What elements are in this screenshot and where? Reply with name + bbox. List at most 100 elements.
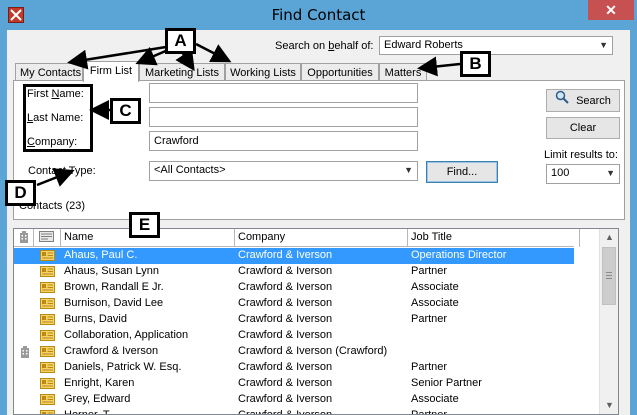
search-button[interactable]: Search	[546, 89, 620, 112]
card-icon	[39, 231, 54, 242]
scroll-down-icon[interactable]: ▼	[600, 397, 618, 414]
callout-e: E	[129, 212, 160, 238]
cell-company: Crawford & Iverson	[238, 265, 333, 277]
behalf-label: Search on behalf of:	[275, 40, 374, 52]
limit-value: 100	[551, 167, 570, 179]
cell-company: Crawford & Iverson	[238, 361, 333, 373]
search-button-label: Search	[576, 94, 611, 107]
vertical-scrollbar[interactable]: ▲ ▼	[599, 229, 618, 414]
first-name-input[interactable]	[149, 83, 418, 103]
cell-company: Crawford & Iverson	[238, 329, 333, 341]
window-title: Find Contact	[271, 6, 366, 24]
cell-name: Ahaus, Paul C.	[64, 249, 138, 261]
table-row[interactable]: Ahaus, Susan Lynn Crawford & Iverson Partn…	[14, 264, 574, 280]
cell-title: Associate	[411, 393, 459, 405]
chevron-down-icon: ▼	[404, 165, 413, 175]
contact-card-icon	[40, 330, 55, 341]
contact-type-label: Contact Type:	[28, 165, 96, 177]
callout-b: B	[460, 51, 491, 77]
building-icon	[21, 346, 29, 358]
cell-title: Operations Director	[411, 249, 507, 261]
callout-a: A	[165, 28, 196, 54]
cell-name: Collaboration, Application	[64, 329, 189, 341]
cell-name: Daniels, Patrick W. Esq.	[64, 361, 182, 373]
dialog-body: Search on behalf of: Edward Roberts ▼ My…	[7, 30, 630, 415]
find-button[interactable]: Find...	[426, 161, 498, 183]
contact-card-icon	[40, 282, 55, 293]
contact-card-icon	[40, 410, 55, 414]
tab-matters[interactable]: Matters	[379, 63, 427, 81]
limit-select[interactable]: 100 ▼	[546, 164, 620, 184]
tab-my-contacts[interactable]: My Contacts	[15, 63, 83, 81]
contact-type-select[interactable]: <All Contacts> ▼	[149, 161, 418, 181]
table-row[interactable]: Brown, Randall E Jr. Crawford & Iverson As…	[14, 280, 574, 296]
cell-title: Partner	[411, 313, 448, 325]
close-button[interactable]: ✕	[588, 0, 634, 20]
cell-company: Crawford & Iverson	[238, 281, 333, 293]
chevron-down-icon: ▼	[606, 168, 615, 178]
chevron-down-icon: ▼	[599, 40, 608, 50]
tab-firm-list[interactable]: Firm List	[83, 61, 139, 82]
contact-card-icon	[40, 250, 55, 261]
contact-type-value: <All Contacts>	[154, 164, 226, 176]
cell-company: Crawford & Iverson (Crawford)	[238, 345, 388, 357]
tab-working-lists[interactable]: Working Lists	[225, 63, 301, 81]
tab-opportunities[interactable]: Opportunities	[301, 63, 379, 81]
contact-card-icon	[40, 314, 55, 325]
table-row[interactable]: Burnison, David Lee Crawford & Iverson Ass…	[14, 296, 574, 312]
behalf-select[interactable]: Edward Roberts ▼	[379, 36, 613, 55]
contact-card-icon	[40, 378, 55, 389]
column-header-job-title[interactable]: Job Title	[408, 229, 580, 247]
cell-name: Ahaus, Susan Lynn	[64, 265, 159, 277]
cell-company: Crawford & Iverson	[238, 393, 333, 405]
cell-name: Crawford & Iverson	[64, 345, 159, 357]
clear-button[interactable]: Clear	[546, 117, 620, 139]
company-input[interactable]: Crawford	[149, 131, 418, 151]
contact-card-icon	[40, 298, 55, 309]
table-row[interactable]: Enright, Karen Crawford & Iverson Senior P…	[14, 376, 574, 392]
highlight-box-labels	[23, 84, 93, 152]
cell-title: Partner	[411, 409, 448, 415]
callout-c: C	[110, 98, 141, 124]
column-header-company[interactable]: Company	[235, 229, 408, 247]
behalf-value: Edward Roberts	[384, 39, 463, 51]
grid-header: Name Company Job Title	[14, 229, 580, 247]
cell-name: Enright, Karen	[64, 377, 135, 389]
cell-title: Associate	[411, 281, 459, 293]
building-icon	[20, 231, 28, 243]
last-name-input[interactable]	[149, 107, 418, 127]
table-row[interactable]: Grey, Edward Crawford & Iverson Associate	[14, 392, 574, 408]
table-row[interactable]: Ahaus, Paul C. Crawford & Iverson Operatio…	[14, 248, 574, 264]
cell-title: Partner	[411, 361, 448, 373]
firm-column-header[interactable]	[14, 229, 34, 247]
limit-label: Limit results to:	[544, 149, 618, 161]
tab-marketing-lists[interactable]: Marketing Lists	[139, 63, 225, 81]
contact-card-icon	[40, 394, 55, 405]
title-bar: Find Contact ✕	[0, 0, 637, 30]
table-row[interactable]: Collaboration, Application Crawford & Ive…	[14, 328, 574, 344]
table-row[interactable]: Daniels, Patrick W. Esq. Crawford & Ivers…	[14, 360, 574, 376]
cell-title: Senior Partner	[411, 377, 482, 389]
cell-name: Burns, David	[64, 313, 127, 325]
contact-card-icon	[40, 266, 55, 277]
callout-d: D	[5, 180, 36, 206]
contacts-grid[interactable]: Name Company Job Title Ahaus, Paul C. Cra…	[13, 228, 619, 415]
cell-name: Burnison, David Lee	[64, 297, 164, 309]
cell-company: Crawford & Iverson	[238, 409, 333, 415]
search-icon	[555, 90, 569, 112]
table-row[interactable]: Crawford & Iverson Crawford & Iverson (Cr…	[14, 344, 574, 360]
find-contact-window: Find Contact ✕ Search on behalf of: Edwa…	[0, 0, 637, 415]
table-row[interactable]: Burns, David Crawford & Iverson Partner	[14, 312, 574, 328]
table-row[interactable]: Horner, T... Crawford & Iverson Partner	[14, 408, 574, 415]
cell-title: Associate	[411, 297, 459, 309]
search-panel: First Name: Last Name: Company: Crawford…	[13, 80, 625, 220]
cell-company: Crawford & Iverson	[238, 297, 333, 309]
card-column-header[interactable]	[34, 229, 61, 247]
cell-name: Horner, T...	[64, 409, 118, 415]
scroll-thumb[interactable]	[602, 247, 616, 305]
cell-company: Crawford & Iverson	[238, 313, 333, 325]
contact-card-icon	[40, 346, 55, 357]
cell-company: Crawford & Iverson	[238, 249, 333, 261]
scroll-up-icon[interactable]: ▲	[600, 229, 618, 246]
cell-name: Grey, Edward	[64, 393, 131, 405]
